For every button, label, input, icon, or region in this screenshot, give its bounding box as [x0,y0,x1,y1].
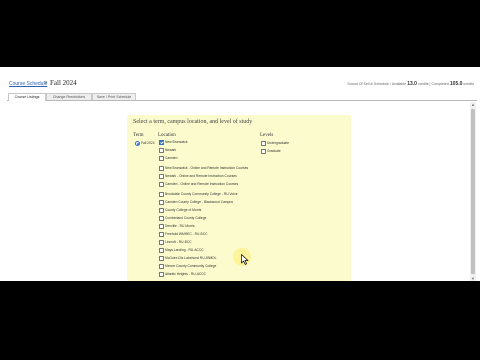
levels-heading: Levels [260,133,274,138]
location-label: Cumberland County College [165,215,207,220]
location-label: Freehold WMHEC - RU-BCC [165,231,208,236]
mouse-pointer-icon [241,254,249,265]
location-label: New Brunswick [165,139,188,144]
term-label: Fall 2024 [141,140,155,145]
credit-stats: Sound Of Sell & Schedule / Available 13.… [347,81,474,87]
location-checkbox[interactable] [159,156,164,161]
location-checkbox[interactable] [159,264,164,269]
location-checkbox[interactable] [159,216,164,221]
location-checkbox[interactable] [159,256,164,261]
location-label: County College of Morris [165,207,202,212]
stats-prefix: Sound Of Sell & Schedule / Available [347,82,407,86]
completed-credits: 105.0 [449,81,463,87]
available-unit: credits [417,82,429,86]
breadcrumb-link[interactable]: Course Schedule [9,81,47,87]
location-checkbox[interactable] [159,166,164,171]
scroll-up-arrow-icon[interactable]: ▲ [470,102,476,107]
location-label: Camden - Online and Remote Instruction C… [165,181,239,186]
level-label: Graduate [267,148,281,153]
location-label: Lincroft - RU-BCC [165,239,192,244]
location-label: Newark - Online and Remote Instruction C… [165,173,237,178]
term-heading: Term [133,133,144,138]
breadcrumb-separator: » [44,80,48,86]
location-checkbox[interactable] [159,140,164,145]
location-checkbox[interactable] [159,182,164,187]
location-label: Brookdale County Community College - RU … [165,191,238,196]
location-heading: Location [158,133,176,138]
level-checkbox[interactable] [261,141,266,146]
location-checkbox[interactable] [159,248,164,253]
page-scrollbar[interactable]: ▲ ▼ [470,102,476,281]
location-checkbox[interactable] [159,232,164,237]
header-bar: Course Schedule » Fall 2024 Sound Of Sel… [0,79,480,92]
tab-bar: Course Listings Change Restrictions Save… [7,93,477,101]
location-checkbox[interactable] [159,174,164,179]
tab-save-print-schedule[interactable]: Save / Print Schedule [92,93,136,100]
page-title: Fall 2024 [50,79,77,87]
location-label: Atlantic Heights - RU-ACCC [165,271,207,276]
location-label: Mercer County Community College [165,263,217,268]
panel-title: Select a term, campus location, and leve… [133,119,253,125]
location-label: Newark [165,147,177,152]
location-label: Denville - RU Morris [165,223,195,228]
level-checkbox[interactable] [261,149,266,154]
term-radio[interactable] [135,141,141,147]
completed-prefix: Completed [431,82,449,86]
tab-change-restrictions[interactable]: Change Restrictions [46,93,92,100]
tab-course-listings[interactable]: Course Listings [8,93,46,101]
location-checkbox[interactable] [159,208,164,213]
available-credits: 13.0 [407,81,417,87]
location-checkbox[interactable] [159,192,164,197]
location-checkbox[interactable] [159,200,164,205]
location-label: Mays Landing - RU-ACCC [165,247,204,252]
scroll-down-arrow-icon[interactable]: ▼ [470,276,476,281]
scroll-thumb[interactable] [471,109,475,274]
completed-unit: credits [463,82,474,86]
location-label: New Brunswick - Online and Remote Instru… [165,165,249,170]
level-label: Undergraduate [267,140,289,145]
location-checkbox[interactable] [159,272,164,277]
location-label: Camden County College - Blackwood Campus [165,199,233,204]
location-label: Camden [165,155,178,160]
location-checkbox[interactable] [159,224,164,229]
location-checkbox[interactable] [159,240,164,245]
location-checkbox[interactable] [159,148,164,153]
location-label: McGuire-Dix-Lakehurst RU-JBMDL [165,255,217,260]
